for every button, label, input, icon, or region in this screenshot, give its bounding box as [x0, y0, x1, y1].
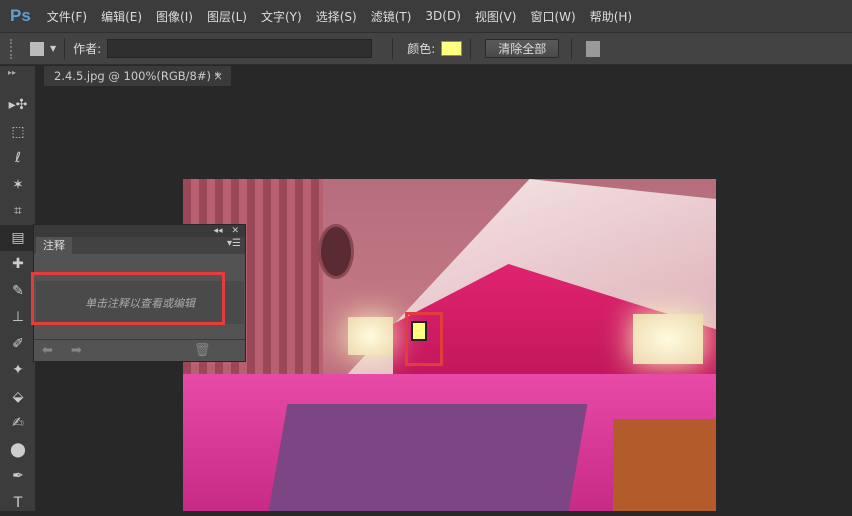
type-tool[interactable]: T: [0, 490, 36, 516]
blur-tool[interactable]: ✍: [0, 410, 36, 437]
author-label: 作者:: [73, 40, 101, 57]
tool-preset-dropdown-icon[interactable]: ▼: [50, 44, 56, 53]
canvas-image[interactable]: [183, 179, 716, 511]
options-bar: ▼ 作者: 颜色: 清除全部: [0, 32, 852, 65]
panel-footer: ⬅ ➡ 🗑: [34, 339, 245, 361]
menu-image[interactable]: 图像(I): [156, 8, 193, 25]
panel-tab-row: 注释 ▾☰: [34, 237, 245, 254]
photoshop-logo: Ps: [10, 6, 31, 26]
image-lamp: [348, 317, 393, 355]
panel-menu-icon[interactable]: ▾☰: [227, 238, 241, 249]
menu-select[interactable]: 选择(S): [316, 8, 357, 25]
menu-file[interactable]: 文件(F): [47, 8, 87, 25]
note-color-swatch[interactable]: [441, 41, 462, 56]
clear-all-button[interactable]: 清除全部: [485, 39, 559, 58]
notes-panel-toggle-icon[interactable]: [586, 41, 600, 57]
divider: [392, 38, 393, 60]
highlight-box: [31, 272, 225, 325]
magic-wand-tool[interactable]: ✶: [0, 172, 36, 199]
panel-header: ◂◂ ✕: [34, 225, 245, 237]
delete-note-icon[interactable]: 🗑: [194, 343, 211, 358]
note-tool[interactable]: ▤: [0, 225, 36, 252]
menu-3d[interactable]: 3D(D): [425, 9, 460, 23]
menu-help[interactable]: 帮助(H): [590, 8, 632, 25]
previous-note-icon[interactable]: ⬅: [42, 343, 53, 358]
menu-edit[interactable]: 编辑(E): [101, 8, 142, 25]
menu-view[interactable]: 视图(V): [475, 8, 517, 25]
move-tool[interactable]: ▸✣: [0, 92, 36, 119]
divider: [64, 38, 65, 60]
highlight-box: [405, 312, 443, 366]
crop-tool[interactable]: ⌗: [0, 198, 36, 225]
divider: [470, 38, 471, 60]
pen-tool[interactable]: ✒: [0, 463, 36, 490]
options-grip[interactable]: [10, 39, 14, 59]
menu-bar: Ps 文件(F) 编辑(E) 图像(I) 图层(L) 文字(Y) 选择(S) 滤…: [0, 0, 852, 32]
expand-icon[interactable]: ▸▸: [0, 66, 35, 92]
menu-type[interactable]: 文字(Y): [261, 8, 302, 25]
author-input[interactable]: [107, 39, 372, 58]
image-round-window: [318, 224, 354, 279]
image-bed-throw: [269, 404, 588, 511]
image-nightstand: [613, 419, 716, 511]
menu-layer[interactable]: 图层(L): [207, 8, 247, 25]
document-tab-bar: 2.4.5.jpg @ 100%(RGB/8#) * ×: [44, 66, 852, 86]
menu-window[interactable]: 窗口(W): [530, 8, 575, 25]
history-brush-tool[interactable]: ✐: [0, 331, 36, 358]
paint-bucket-tool[interactable]: ⬙: [0, 384, 36, 411]
next-note-icon[interactable]: ➡: [71, 343, 82, 358]
divider: [571, 38, 572, 60]
lasso-tool[interactable]: ℓ: [0, 145, 36, 172]
close-panel-icon[interactable]: ✕: [231, 226, 239, 236]
document-tab[interactable]: 2.4.5.jpg @ 100%(RGB/8#) * ×: [44, 66, 231, 86]
color-label: 颜色:: [407, 40, 435, 57]
dodge-tool[interactable]: ⬤: [0, 437, 36, 464]
menu-filter[interactable]: 滤镜(T): [371, 8, 412, 25]
close-tab-icon[interactable]: ×: [213, 66, 223, 86]
note-tool-icon[interactable]: [30, 42, 44, 56]
document-tab-title: 2.4.5.jpg @ 100%(RGB/8#) *: [54, 69, 220, 83]
image-lamp: [633, 314, 703, 364]
tab-notes[interactable]: 注释: [36, 237, 72, 254]
collapse-panel-icon[interactable]: ◂◂: [214, 226, 223, 236]
eraser-tool[interactable]: ✦: [0, 357, 36, 384]
marquee-tool[interactable]: ⬚: [0, 119, 36, 146]
